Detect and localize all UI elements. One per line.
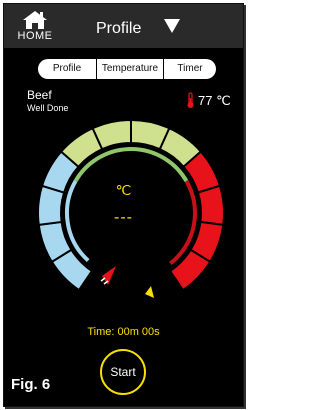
gauge-start-marker[interactable]: [100, 266, 116, 285]
end-marker: [145, 286, 154, 298]
temperature-gauge[interactable]: [4, 4, 243, 406]
app-screen: HOME Profile Profile Temperature Timer B…: [3, 3, 244, 407]
gauge-unit: ℃: [115, 182, 132, 198]
start-button-label: Start: [110, 365, 136, 379]
timer-display: Time: 00m 00s: [87, 326, 160, 338]
gauge-value: ---: [114, 209, 133, 226]
figure-caption: Fig. 6: [11, 376, 51, 393]
start-marker-arrow: [102, 266, 116, 285]
start-button[interactable]: Start: [100, 349, 146, 395]
